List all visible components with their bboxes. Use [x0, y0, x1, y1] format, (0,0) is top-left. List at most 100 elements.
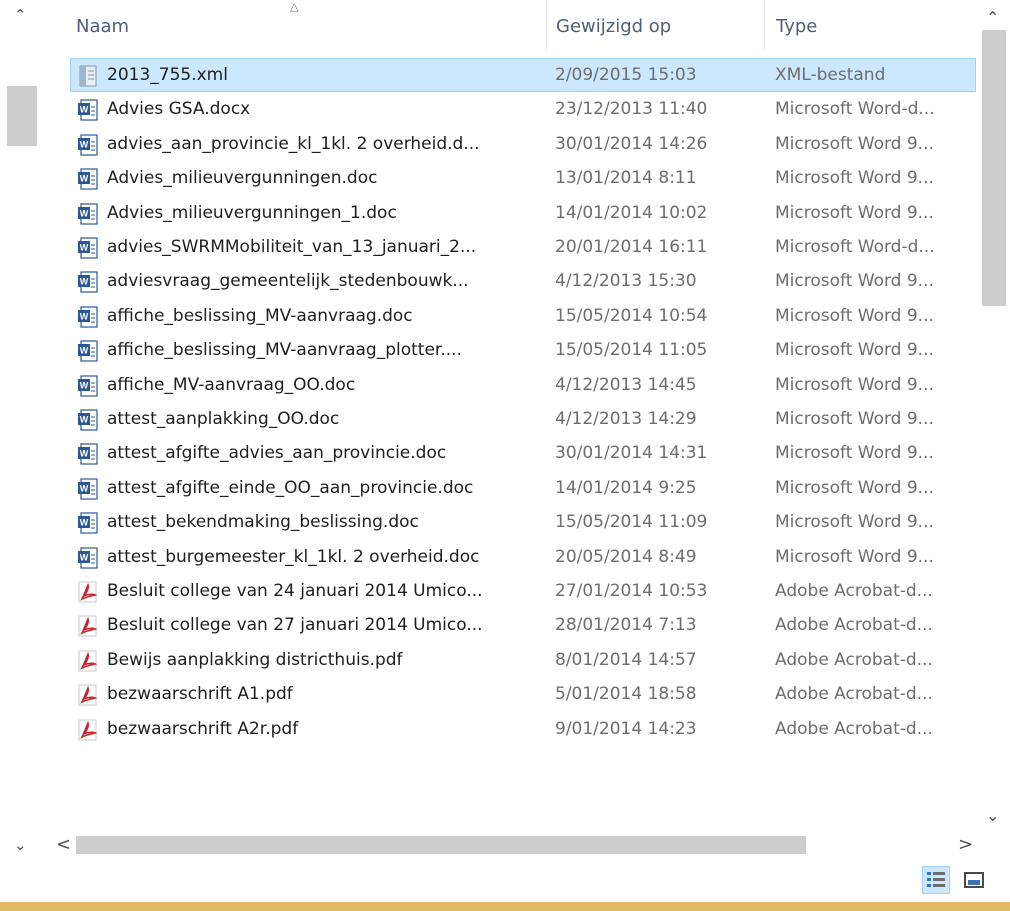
file-type: Microsoft Word 9... — [775, 546, 934, 567]
file-date-modified: 8/01/2014 14:57 — [555, 649, 697, 670]
file-name: advies_aan_provincie_kl_1kl. 2 overheid.… — [107, 133, 480, 154]
file-type: Microsoft Word 9... — [775, 202, 934, 223]
file-date-modified: 30/01/2014 14:26 — [555, 133, 708, 154]
details-view-button[interactable] — [922, 866, 950, 894]
file-date-modified: 28/01/2014 7:13 — [555, 615, 697, 636]
file-type: Adobe Acrobat-d... — [775, 615, 933, 636]
file-row[interactable]: Wattest_afgifte_einde_OO_aan_provincie.d… — [70, 471, 976, 505]
file-type: Microsoft Word 9... — [775, 443, 934, 464]
horizontal-scroll-thumb[interactable] — [76, 836, 806, 854]
file-name: Besluit college van 24 januari 2014 Umic… — [107, 581, 483, 601]
file-name: affiche_beslissing_MV-aanvraag_plotter..… — [107, 340, 462, 361]
file-type: Adobe Acrobat-d... — [775, 649, 933, 670]
file-type: Microsoft Word 9... — [775, 374, 934, 395]
file-row[interactable]: W Advies_milieuvergunningen.doc 13/01/2014… — [70, 161, 976, 195]
file-type: Microsoft Word 9... — [775, 340, 934, 361]
svg-text:W: W — [80, 415, 89, 425]
scroll-left-icon[interactable]: < — [56, 834, 71, 855]
column-divider[interactable] — [546, 0, 547, 50]
svg-text:W: W — [80, 243, 89, 253]
file-row[interactable]: Wadvies_aan_provincie_kl_1kl. 2 overheid… — [70, 127, 976, 161]
pdf-file-icon — [77, 615, 99, 637]
file-row[interactable]: 2013_755.xml 2/09/2015 15:03 XML-bestand — [70, 58, 976, 92]
file-row[interactable]: W Advies_milieuvergunningen_1.doc 14/01/20… — [70, 196, 976, 230]
file-name: adviesvraag_gemeentelijk_stedenbouwk... — [107, 271, 469, 292]
file-row[interactable]: Besluit college van 24 januari 2014 Umic… — [70, 574, 976, 608]
svg-text:W: W — [80, 483, 89, 493]
vertical-scroll-thumb[interactable] — [982, 30, 1006, 306]
file-row[interactable]: W Advies GSA.docx 23/12/2013 11:40 Microsof… — [70, 92, 976, 126]
svg-text:W: W — [80, 105, 89, 115]
file-type: XML-bestand — [775, 65, 886, 85]
file-row[interactable]: Waffiche_beslissing_MV-aanvraag.doc 15/05… — [70, 299, 976, 333]
file-date-modified: 9/01/2014 14:23 — [555, 718, 697, 739]
file-row[interactable]: Waffiche_MV-aanvraag_OO.doc 4/12/2013 14:… — [70, 368, 976, 402]
nav-scroll-thumb[interactable] — [7, 86, 37, 146]
file-row[interactable]: bezwaarschrift A1.pdf 5/01/2014 18:58 Adob… — [70, 677, 976, 711]
scroll-right-icon[interactable]: > — [958, 834, 973, 855]
file-row[interactable]: bezwaarschrift A2r.pdf 9/01/2014 14:23 Ado… — [70, 712, 976, 746]
nav-scroll-up-icon[interactable]: ⌃ — [14, 6, 27, 24]
file-row[interactable]: Bewijs aanplakking districthuis.pdf 8/01/… — [70, 643, 976, 677]
column-header-type[interactable]: Type — [776, 16, 817, 37]
file-type: Microsoft Word 9... — [775, 477, 934, 498]
file-date-modified: 15/05/2014 11:05 — [555, 340, 708, 361]
column-header-name[interactable]: Naam — [76, 16, 129, 37]
file-row[interactable]: Wattest_aanplakking_OO.doc 4/12/2013 14:2… — [70, 402, 976, 436]
file-row[interactable]: Wattest_burgemeester_kl_1kl. 2 overheid.… — [70, 540, 976, 574]
status-bar — [0, 860, 1010, 902]
file-date-modified: 20/01/2014 16:11 — [555, 237, 708, 257]
nav-pane-scrollbar[interactable]: ⌃ ⌄ — [0, 0, 46, 860]
file-name: attest_bekendmaking_beslissing.doc — [107, 512, 419, 533]
word-document-icon: W — [77, 478, 99, 500]
svg-text:W: W — [80, 208, 89, 218]
svg-text:W: W — [80, 311, 89, 321]
word-document-icon: W — [77, 271, 99, 293]
word-document-icon: W — [77, 168, 99, 190]
svg-text:W: W — [80, 518, 89, 528]
file-type: Adobe Acrobat-d... — [775, 718, 933, 739]
svg-text:W: W — [80, 139, 89, 149]
scroll-up-icon[interactable]: ⌃ — [986, 8, 999, 27]
file-name: Bewijs aanplakking districthuis.pdf — [107, 649, 403, 670]
word-document-icon: W — [77, 546, 99, 569]
vertical-scrollbar[interactable]: ⌃ ⌄ — [976, 0, 1010, 830]
file-date-modified: 30/01/2014 14:31 — [555, 443, 708, 464]
file-name: advies_SWRMMobiliteit_van_13_januari_2..… — [107, 237, 477, 257]
file-row[interactable]: Besluit college van 27 januari 2014 Umic… — [70, 608, 976, 642]
sort-ascending-icon: △ — [290, 0, 299, 13]
file-row[interactable]: Wattest_bekendmaking_beslissing.doc 15/05… — [70, 505, 976, 539]
file-name: Besluit college van 27 januari 2014 Umic… — [107, 615, 483, 636]
word-document-icon: W — [77, 409, 99, 431]
svg-text:W: W — [80, 380, 89, 390]
nav-scroll-down-icon[interactable]: ⌄ — [14, 836, 27, 854]
file-type: Adobe Acrobat-d... — [775, 684, 933, 705]
word-document-icon: W — [77, 306, 99, 328]
word-document-icon: W — [77, 237, 99, 259]
file-date-modified: 15/05/2014 11:09 — [555, 512, 708, 533]
file-type: Microsoft Word-d... — [775, 99, 935, 120]
file-name: bezwaarschrift A1.pdf — [107, 684, 293, 705]
file-date-modified: 15/05/2014 10:54 — [555, 305, 708, 326]
file-date-modified: 4/12/2013 15:30 — [555, 271, 697, 292]
column-divider[interactable] — [764, 0, 765, 50]
file-row[interactable]: Wadviesvraag_gemeentelijk_stedenbouwk...… — [70, 264, 976, 298]
large-icons-view-button[interactable] — [960, 866, 988, 894]
file-type: Microsoft Word 9... — [775, 271, 934, 292]
large-icons-view-icon — [964, 872, 984, 888]
file-name: attest_afgifte_einde_OO_aan_provincie.do… — [107, 477, 474, 498]
window-frame-border — [0, 902, 1010, 911]
word-document-icon: W — [77, 99, 99, 121]
file-date-modified: 27/01/2014 10:53 — [555, 581, 708, 601]
svg-text:W: W — [80, 346, 89, 356]
column-header-date-modified[interactable]: Gewijzigd op — [556, 16, 671, 37]
file-type: Microsoft Word 9... — [775, 512, 934, 533]
svg-text:W: W — [80, 277, 89, 287]
file-row[interactable]: Wattest_afgifte_advies_aan_provincie.doc… — [70, 436, 976, 470]
file-row[interactable]: Wadvies_SWRMMobiliteit_van_13_januari_2.… — [70, 230, 976, 264]
scroll-down-icon[interactable]: ⌄ — [986, 806, 999, 825]
file-row[interactable]: Waffiche_beslissing_MV-aanvraag_plotter.… — [70, 333, 976, 367]
file-date-modified: 2/09/2015 15:03 — [555, 65, 697, 85]
horizontal-scrollbar[interactable]: < > — [46, 830, 976, 860]
file-name: Advies_milieuvergunningen_1.doc — [107, 202, 397, 223]
